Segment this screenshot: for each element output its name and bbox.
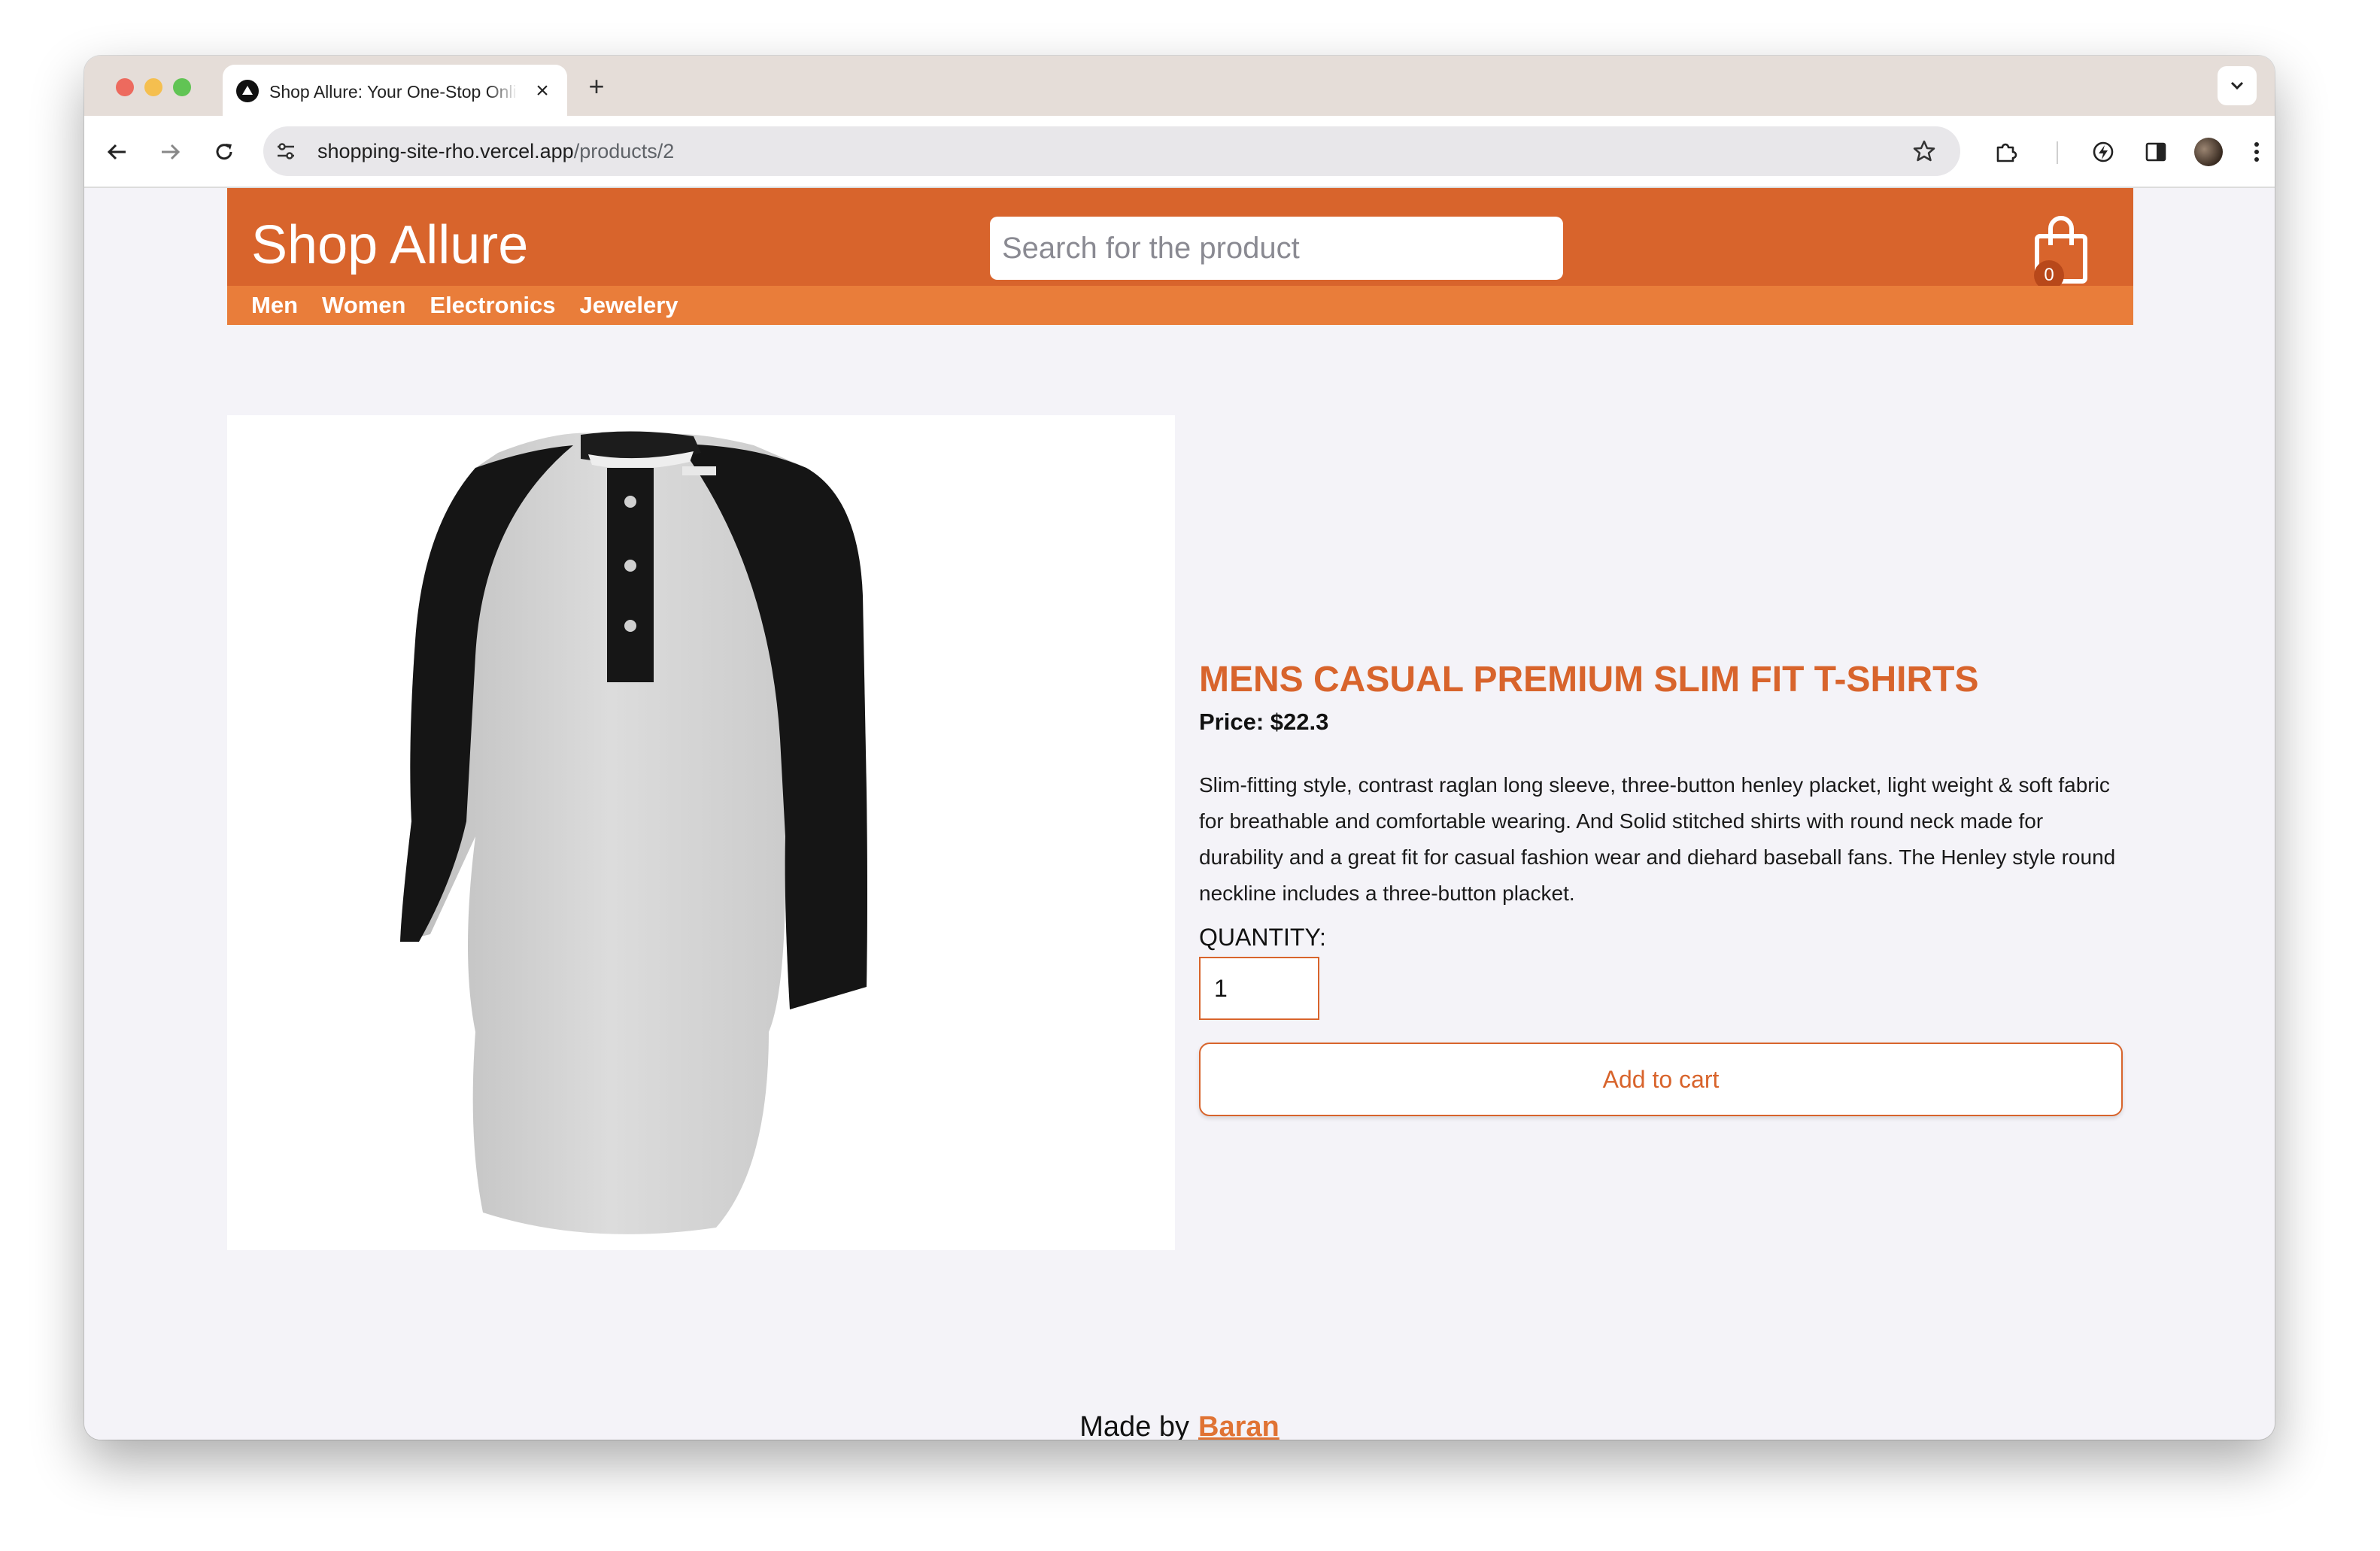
tab-search-button[interactable] — [2218, 66, 2257, 105]
browser-menu-icon[interactable] — [2240, 135, 2273, 168]
back-button[interactable] — [101, 135, 134, 168]
site-logo[interactable]: Shop Allure — [251, 218, 528, 272]
browser-tab[interactable]: Shop Allure: Your One-Stop Online Store … — [223, 65, 567, 116]
henley-shirt-illustration — [400, 431, 867, 1234]
tab-title: Shop Allure: Your One-Stop Online Store — [269, 82, 518, 103]
extension-bolt-icon[interactable] — [2087, 135, 2120, 168]
extensions-icon[interactable] — [1989, 135, 2022, 168]
product-details: MENS CASUAL PREMIUM SLIM FIT T-SHIRTS Pr… — [1199, 188, 2132, 1440]
url-text: shopping-site-rho.vercel.app/products/2 — [317, 140, 674, 163]
side-panel-icon[interactable] — [2139, 135, 2172, 168]
author-link[interactable]: Baran — [1198, 1411, 1280, 1440]
minimize-window-button[interactable] — [144, 78, 162, 96]
arrow-right-icon — [162, 144, 181, 160]
reload-icon — [216, 144, 232, 160]
add-to-cart-button[interactable]: Add to cart — [1199, 1043, 2123, 1116]
maximize-window-button[interactable] — [173, 78, 191, 96]
site-settings-icon[interactable] — [269, 135, 302, 168]
toolbar-divider — [2057, 141, 2058, 164]
reload-button[interactable] — [208, 135, 241, 168]
vercel-favicon-icon — [236, 80, 259, 102]
tab-strip: Shop Allure: Your One-Stop Online Store … — [84, 56, 2275, 116]
browser-toolbar: shopping-site-rho.vercel.app/products/2 — [84, 116, 2275, 188]
arrow-left-icon — [107, 144, 126, 160]
url-path: /products/2 — [573, 140, 675, 162]
site-footer: Made by Baran — [84, 1411, 2275, 1440]
product-image — [227, 415, 1175, 1250]
chevron-down-icon — [2230, 81, 2244, 90]
tab-close-icon[interactable]: × — [530, 78, 555, 104]
page-viewport: Shop Allure 0 Men Women Electronics — [84, 188, 2275, 1440]
quantity-label: QUANTITY: — [1199, 924, 1326, 951]
nav-item-men[interactable]: Men — [251, 292, 298, 319]
avatar — [2194, 138, 2223, 166]
nav-item-women[interactable]: Women — [322, 292, 405, 319]
nav-item-jewelery[interactable]: Jewelery — [580, 292, 678, 319]
close-window-button[interactable] — [116, 78, 134, 96]
product-price: Price: $22.3 — [1199, 709, 1329, 735]
nav-item-electronics[interactable]: Electronics — [430, 292, 555, 319]
product-description: Slim-fitting style, contrast raglan long… — [1199, 773, 2116, 905]
url-host: shopping-site-rho.vercel.app — [317, 140, 574, 162]
forward-button[interactable] — [153, 135, 187, 168]
profile-avatar[interactable] — [2192, 135, 2225, 168]
address-bar[interactable]: shopping-site-rho.vercel.app/products/2 — [263, 126, 1960, 176]
bookmark-star-icon[interactable] — [1908, 135, 1941, 168]
new-tab-button[interactable]: + — [581, 71, 612, 102]
quantity-input[interactable] — [1199, 957, 1319, 1020]
product-title: MENS CASUAL PREMIUM SLIM FIT T-SHIRTS — [1199, 660, 1979, 700]
browser-window: Shop Allure: Your One-Stop Online Store … — [84, 56, 2275, 1440]
footer-text: Made by — [1079, 1411, 1190, 1440]
